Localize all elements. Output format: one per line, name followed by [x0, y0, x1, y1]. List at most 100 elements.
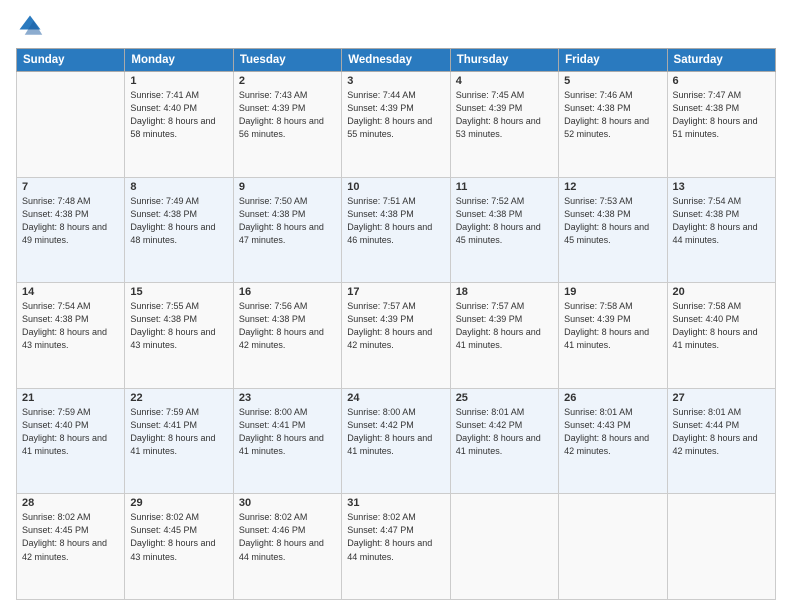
day-number: 6: [673, 75, 770, 87]
day-number: 29: [130, 497, 227, 509]
day-number: 16: [239, 286, 336, 298]
day-number: 31: [347, 497, 444, 509]
calendar-cell: 10 Sunrise: 7:51 AMSunset: 4:38 PMDayligh…: [342, 177, 450, 283]
day-number: 5: [564, 75, 661, 87]
day-info: Sunrise: 8:02 AMSunset: 4:47 PMDaylight:…: [347, 511, 444, 563]
calendar-cell: 26Sunrise: 8:01 AMSunset: 4:43 PMDayligh…: [559, 388, 667, 494]
day-info: Sunrise: 8:01 AMSunset: 4:44 PMDaylight:…: [673, 406, 770, 458]
calendar-week-row: 7 Sunrise: 7:48 AMSunset: 4:38 PMDaylight…: [17, 177, 776, 283]
weekday-header-sunday: Sunday: [17, 49, 125, 72]
day-number: 7: [22, 181, 119, 193]
day-info: Sunrise: 7:46 AMSunset: 4:38 PMDaylight:…: [564, 89, 661, 141]
day-number: 12: [564, 181, 661, 193]
weekday-header-saturday: Saturday: [667, 49, 775, 72]
weekday-header-friday: Friday: [559, 49, 667, 72]
day-number: 2: [239, 75, 336, 87]
calendar-cell: 5 Sunrise: 7:46 AMSunset: 4:38 PMDaylight…: [559, 72, 667, 178]
day-info: Sunrise: 8:01 AMSunset: 4:42 PMDaylight:…: [456, 406, 553, 458]
calendar-cell: 18 Sunrise: 7:57 AMSunset: 4:39 PMDayligh…: [450, 283, 558, 389]
day-info: Sunrise: 7:54 AMSunset: 4:38 PMDaylight:…: [673, 195, 770, 247]
day-info: Sunrise: 7:59 AMSunset: 4:40 PMDaylight:…: [22, 406, 119, 458]
day-number: 18: [456, 286, 553, 298]
day-info: Sunrise: 7:52 AMSunset: 4:38 PMDaylight:…: [456, 195, 553, 247]
calendar-cell: [559, 494, 667, 600]
calendar-cell: 30Sunrise: 8:02 AMSunset: 4:46 PMDayligh…: [233, 494, 341, 600]
day-number: 28: [22, 497, 119, 509]
day-info: Sunrise: 7:41 AMSunset: 4:40 PMDaylight:…: [130, 89, 227, 141]
day-number: 23: [239, 392, 336, 404]
day-info: Sunrise: 8:02 AMSunset: 4:45 PMDaylight:…: [130, 511, 227, 563]
calendar-cell: 1 Sunrise: 7:41 AMSunset: 4:40 PMDaylight…: [125, 72, 233, 178]
day-info: Sunrise: 7:45 AMSunset: 4:39 PMDaylight:…: [456, 89, 553, 141]
day-number: 25: [456, 392, 553, 404]
day-number: 15: [130, 286, 227, 298]
calendar-cell: [667, 494, 775, 600]
day-info: Sunrise: 7:57 AMSunset: 4:39 PMDaylight:…: [456, 300, 553, 352]
day-number: 1: [130, 75, 227, 87]
day-number: 11: [456, 181, 553, 193]
day-number: 24: [347, 392, 444, 404]
day-info: Sunrise: 7:43 AMSunset: 4:39 PMDaylight:…: [239, 89, 336, 141]
day-info: Sunrise: 8:02 AMSunset: 4:46 PMDaylight:…: [239, 511, 336, 563]
day-info: Sunrise: 7:49 AMSunset: 4:38 PMDaylight:…: [130, 195, 227, 247]
day-number: 22: [130, 392, 227, 404]
calendar-week-row: 14 Sunrise: 7:54 AMSunset: 4:38 PMDayligh…: [17, 283, 776, 389]
header: [16, 12, 776, 40]
calendar-cell: 27 Sunrise: 8:01 AMSunset: 4:44 PMDayligh…: [667, 388, 775, 494]
day-number: 20: [673, 286, 770, 298]
day-number: 19: [564, 286, 661, 298]
day-info: Sunrise: 7:57 AMSunset: 4:39 PMDaylight:…: [347, 300, 444, 352]
day-info: Sunrise: 7:54 AMSunset: 4:38 PMDaylight:…: [22, 300, 119, 352]
day-info: Sunrise: 7:47 AMSunset: 4:38 PMDaylight:…: [673, 89, 770, 141]
calendar-cell: 14 Sunrise: 7:54 AMSunset: 4:38 PMDayligh…: [17, 283, 125, 389]
calendar-week-row: 28 Sunrise: 8:02 AMSunset: 4:45 PMDayligh…: [17, 494, 776, 600]
day-number: 26: [564, 392, 661, 404]
logo-icon: [16, 12, 44, 40]
day-number: 14: [22, 286, 119, 298]
weekday-header-wednesday: Wednesday: [342, 49, 450, 72]
weekday-header-tuesday: Tuesday: [233, 49, 341, 72]
day-info: Sunrise: 7:59 AMSunset: 4:41 PMDaylight:…: [130, 406, 227, 458]
calendar-cell: 4 Sunrise: 7:45 AMSunset: 4:39 PMDaylight…: [450, 72, 558, 178]
day-number: 13: [673, 181, 770, 193]
day-number: 4: [456, 75, 553, 87]
day-number: 27: [673, 392, 770, 404]
calendar-cell: 29 Sunrise: 8:02 AMSunset: 4:45 PMDayligh…: [125, 494, 233, 600]
calendar-week-row: 1 Sunrise: 7:41 AMSunset: 4:40 PMDaylight…: [17, 72, 776, 178]
day-number: 8: [130, 181, 227, 193]
calendar-table: SundayMondayTuesdayWednesdayThursdayFrid…: [16, 48, 776, 600]
calendar-cell: 6 Sunrise: 7:47 AMSunset: 4:38 PMDaylight…: [667, 72, 775, 178]
calendar-cell: 20 Sunrise: 7:58 AMSunset: 4:40 PMDayligh…: [667, 283, 775, 389]
calendar-cell: 16 Sunrise: 7:56 AMSunset: 4:38 PMDayligh…: [233, 283, 341, 389]
logo: [16, 12, 48, 40]
day-info: Sunrise: 7:51 AMSunset: 4:38 PMDaylight:…: [347, 195, 444, 247]
day-info: Sunrise: 7:58 AMSunset: 4:40 PMDaylight:…: [673, 300, 770, 352]
weekday-header-row: SundayMondayTuesdayWednesdayThursdayFrid…: [17, 49, 776, 72]
day-info: Sunrise: 8:02 AMSunset: 4:45 PMDaylight:…: [22, 511, 119, 563]
day-info: Sunrise: 7:56 AMSunset: 4:38 PMDaylight:…: [239, 300, 336, 352]
day-info: Sunrise: 7:55 AMSunset: 4:38 PMDaylight:…: [130, 300, 227, 352]
calendar-cell: 23 Sunrise: 8:00 AMSunset: 4:41 PMDayligh…: [233, 388, 341, 494]
calendar-cell: 11 Sunrise: 7:52 AMSunset: 4:38 PMDayligh…: [450, 177, 558, 283]
weekday-header-thursday: Thursday: [450, 49, 558, 72]
day-number: 9: [239, 181, 336, 193]
calendar-cell: 12Sunrise: 7:53 AMSunset: 4:38 PMDayligh…: [559, 177, 667, 283]
calendar-cell: 8 Sunrise: 7:49 AMSunset: 4:38 PMDaylight…: [125, 177, 233, 283]
calendar-week-row: 21 Sunrise: 7:59 AMSunset: 4:40 PMDayligh…: [17, 388, 776, 494]
day-number: 10: [347, 181, 444, 193]
day-number: 3: [347, 75, 444, 87]
calendar-cell: 7 Sunrise: 7:48 AMSunset: 4:38 PMDaylight…: [17, 177, 125, 283]
calendar-cell: [450, 494, 558, 600]
calendar-cell: 25 Sunrise: 8:01 AMSunset: 4:42 PMDayligh…: [450, 388, 558, 494]
day-info: Sunrise: 7:48 AMSunset: 4:38 PMDaylight:…: [22, 195, 119, 247]
calendar-cell: 22 Sunrise: 7:59 AMSunset: 4:41 PMDayligh…: [125, 388, 233, 494]
calendar-cell: 13 Sunrise: 7:54 AMSunset: 4:38 PMDayligh…: [667, 177, 775, 283]
day-number: 21: [22, 392, 119, 404]
calendar-cell: 9Sunrise: 7:50 AMSunset: 4:38 PMDaylight…: [233, 177, 341, 283]
day-number: 17: [347, 286, 444, 298]
calendar-page: SundayMondayTuesdayWednesdayThursdayFrid…: [0, 0, 792, 612]
calendar-cell: 28 Sunrise: 8:02 AMSunset: 4:45 PMDayligh…: [17, 494, 125, 600]
calendar-cell: 21 Sunrise: 7:59 AMSunset: 4:40 PMDayligh…: [17, 388, 125, 494]
day-info: Sunrise: 8:00 AMSunset: 4:41 PMDaylight:…: [239, 406, 336, 458]
calendar-cell: 15 Sunrise: 7:55 AMSunset: 4:38 PMDayligh…: [125, 283, 233, 389]
